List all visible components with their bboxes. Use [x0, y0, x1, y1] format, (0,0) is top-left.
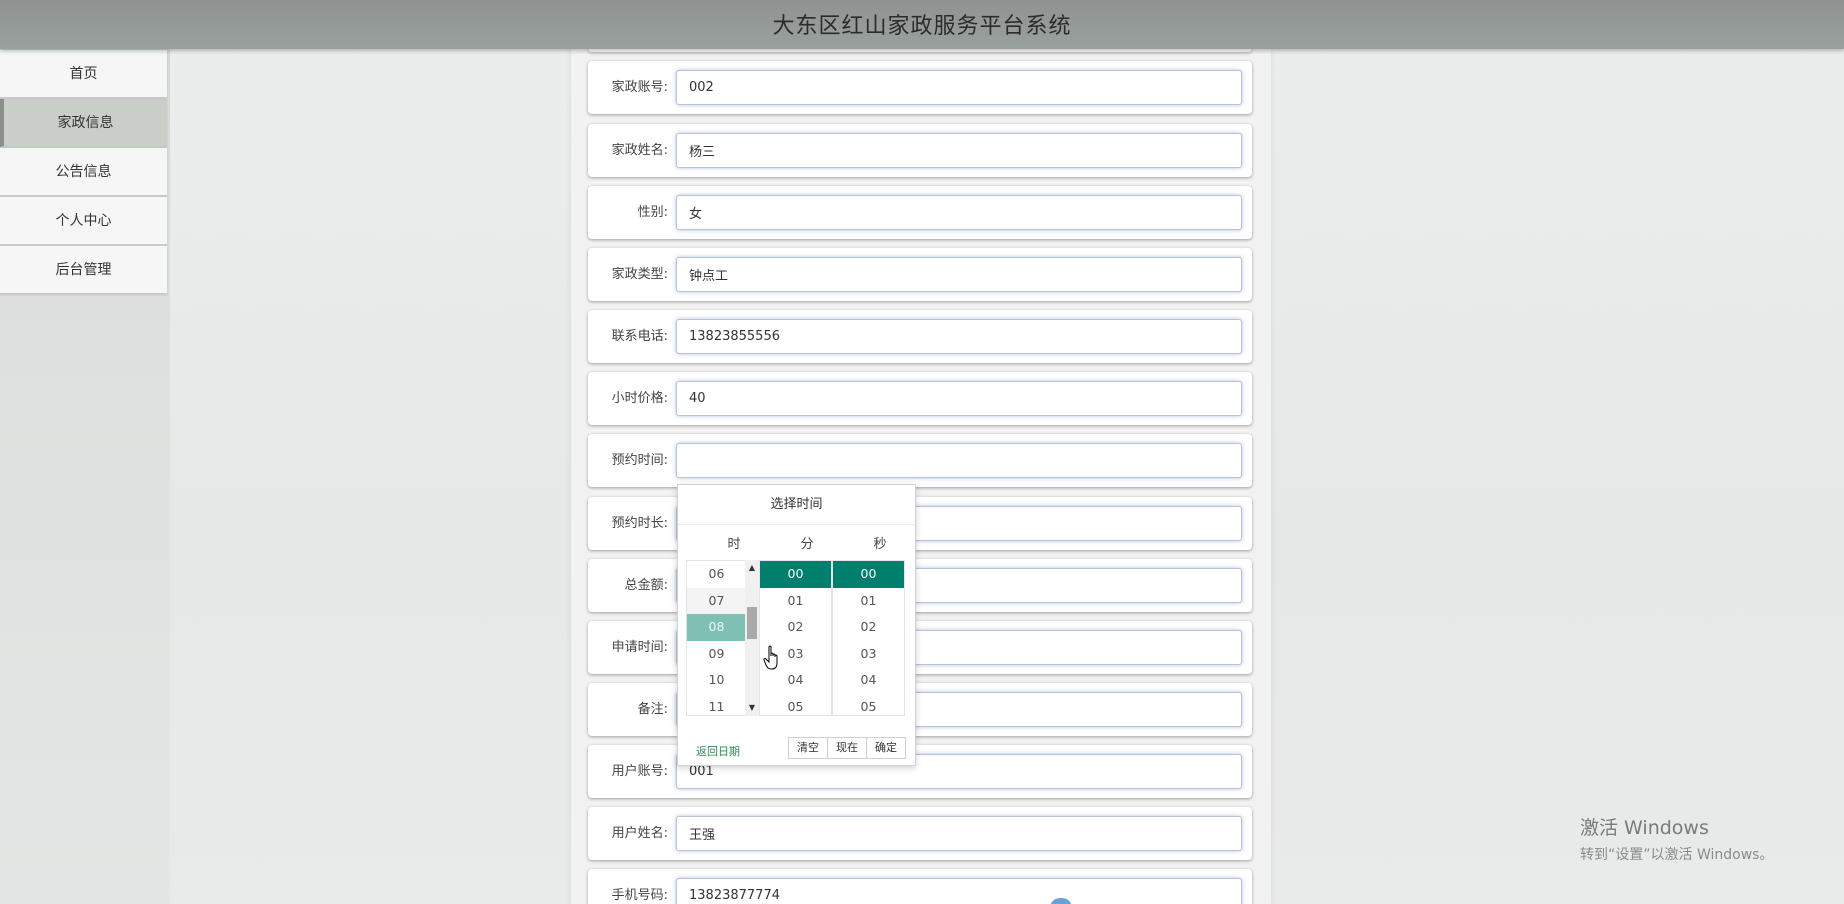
windows-activation-watermark: 激活 Windows 转到“设置”以激活 Windows。 — [1580, 813, 1773, 864]
field-label: 预约时长: — [611, 516, 668, 531]
field-label: 手机号码: — [611, 888, 668, 903]
form-row-housekeeper-name: 家政姓名: — [588, 124, 1252, 177]
contact-phone-input[interactable] — [676, 319, 1242, 354]
field-label: 家政类型: — [611, 267, 668, 282]
minute-option-selected[interactable]: 00 — [760, 561, 831, 588]
hour-option[interactable]: 06 — [687, 561, 746, 588]
mobile-number-input[interactable] — [676, 878, 1242, 904]
hour-option[interactable]: 09 — [687, 641, 746, 668]
site-title: 大东区红山家政服务平台系统 — [772, 14, 1072, 39]
form-row-gender: 性别: — [588, 186, 1252, 239]
housekeeper-account-input[interactable] — [676, 70, 1242, 105]
second-column-header: 秒 — [873, 537, 887, 552]
hour-column-header: 时 — [727, 537, 741, 552]
hour-scrollbar-thumb[interactable] — [747, 607, 757, 639]
watermark-title: 激活 Windows — [1580, 817, 1709, 839]
second-option[interactable]: 01 — [833, 588, 904, 615]
form-row-housekeeping-type: 家政类型: — [588, 248, 1252, 301]
minute-option[interactable]: 01 — [760, 588, 831, 615]
field-label: 家政账号: — [611, 80, 668, 95]
field-label: 家政姓名: — [611, 143, 668, 158]
hand-cursor-icon — [763, 645, 783, 675]
field-label: 备注: — [637, 702, 668, 717]
sidebar-item-admin[interactable]: 后台管理 — [0, 246, 167, 294]
housekeeping-type-input[interactable] — [676, 257, 1242, 292]
sidebar: 首页 家政信息 公告信息 个人中心 后台管理 — [0, 49, 170, 904]
confirm-button[interactable]: 确定 — [866, 737, 906, 759]
field-label: 小时价格: — [611, 391, 668, 406]
housekeeper-name-input[interactable] — [676, 133, 1242, 168]
sidebar-item-housekeeping-info[interactable]: 家政信息 — [0, 99, 167, 147]
second-option[interactable]: 04 — [833, 667, 904, 694]
second-option-selected[interactable]: 00 — [833, 561, 904, 588]
scroll-down-arrow-icon[interactable]: ▼ — [747, 703, 757, 713]
hour-option-highlighted[interactable]: 08 — [687, 614, 746, 641]
form-row-phone: 联系电话: — [588, 310, 1252, 363]
hour-option[interactable]: 11 — [687, 694, 746, 716]
form-row-appointment-time: 预约时间: — [588, 434, 1252, 487]
minute-list[interactable]: 00 01 02 03 04 05 — [759, 560, 832, 716]
now-button[interactable]: 现在 — [827, 737, 867, 759]
field-label: 预约时间: — [611, 453, 668, 468]
back-to-date-link[interactable]: 返回日期 — [696, 743, 740, 759]
field-label: 联系电话: — [611, 329, 668, 344]
field-label: 申请时间: — [611, 640, 668, 655]
scroll-up-arrow-icon[interactable]: ▲ — [747, 563, 757, 573]
time-picker: 选择时间 时 分 秒 06 07 08 09 10 11 ▲ ▼ 00 01 0… — [677, 484, 916, 766]
second-option[interactable]: 03 — [833, 641, 904, 668]
minute-option[interactable]: 02 — [760, 614, 831, 641]
sidebar-item-announcements[interactable]: 公告信息 — [0, 148, 167, 196]
top-header: 大东区红山家政服务平台系统 — [0, 0, 1844, 49]
gender-input[interactable] — [676, 195, 1242, 230]
second-option[interactable]: 05 — [833, 694, 904, 716]
form-row-user-name: 用户姓名: — [588, 807, 1252, 860]
time-picker-title: 选择时间 — [678, 485, 915, 525]
user-name-input[interactable] — [676, 816, 1242, 851]
appointment-time-input[interactable] — [676, 443, 1242, 478]
hour-list[interactable]: 06 07 08 09 10 11 — [686, 560, 746, 716]
field-label: 总金额: — [624, 578, 668, 593]
minute-column-header: 分 — [800, 537, 814, 552]
hour-option[interactable]: 07 — [687, 587, 746, 614]
second-option[interactable]: 02 — [833, 614, 904, 641]
sidebar-item-personal-center[interactable]: 个人中心 — [0, 197, 167, 245]
form-row-housekeeper-account: 家政账号: — [588, 61, 1252, 114]
hourly-price-input[interactable] — [676, 381, 1242, 416]
second-list[interactable]: 00 01 02 03 04 05 — [832, 560, 905, 716]
minute-option[interactable]: 05 — [760, 694, 831, 716]
field-label: 用户姓名: — [611, 826, 668, 841]
clear-button[interactable]: 清空 — [788, 737, 828, 759]
field-label: 性别: — [637, 205, 668, 220]
field-label: 用户账号: — [611, 764, 668, 779]
sidebar-item-home[interactable]: 首页 — [0, 50, 167, 98]
form-row-hourly-price: 小时价格: — [588, 372, 1252, 425]
watermark-subtitle: 转到“设置”以激活 Windows。 — [1580, 847, 1774, 863]
form-row-mobile: 手机号码: — [588, 869, 1252, 904]
hour-option[interactable]: 10 — [687, 667, 746, 694]
